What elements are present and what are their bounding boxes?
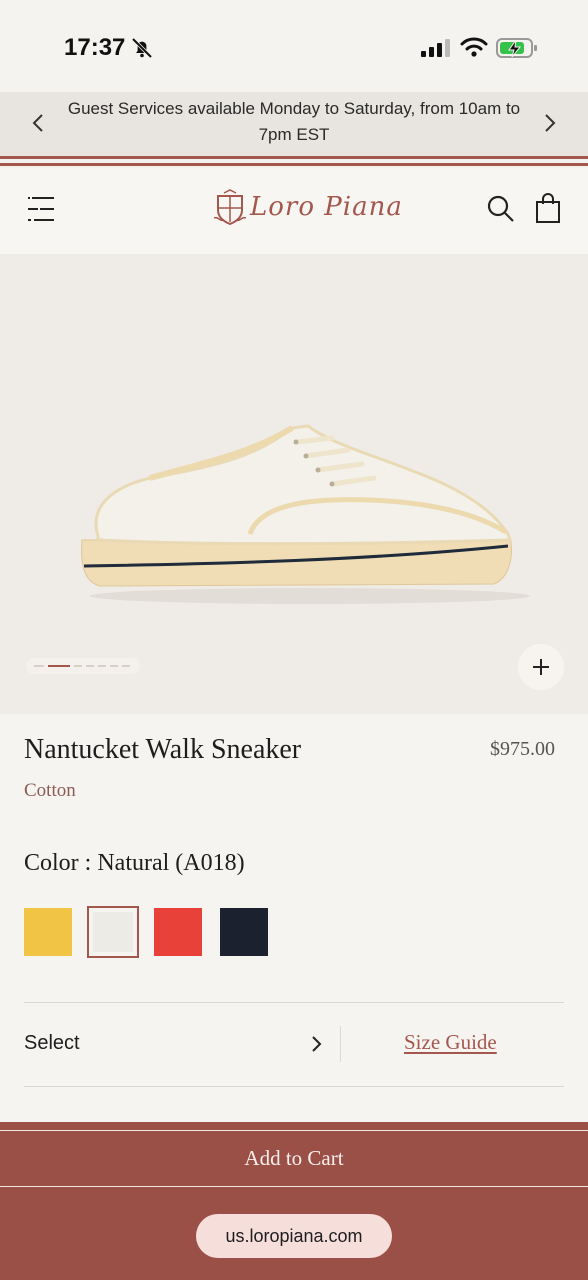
- size-select[interactable]: Select: [24, 1022, 334, 1066]
- color-swatch-red[interactable]: [154, 908, 202, 956]
- size-guide-link[interactable]: Size Guide: [404, 1030, 497, 1055]
- chevron-right-icon: [312, 1036, 322, 1052]
- product-image: [81, 424, 530, 604]
- chevron-left-icon: [32, 114, 43, 132]
- announcement-bar: Guest Services available Monday to Satur…: [0, 92, 588, 156]
- menu-icon[interactable]: [26, 194, 58, 224]
- divider: [0, 1130, 588, 1131]
- chevron-right-icon: [545, 114, 556, 132]
- product-image-gallery[interactable]: [0, 254, 588, 714]
- bell-off-icon: [131, 37, 153, 59]
- browser-url-bar[interactable]: us.loropiana.com: [196, 1214, 392, 1258]
- brand-name: Loro Piana: [250, 192, 403, 222]
- color-label: Color : Natural (A018): [24, 850, 245, 876]
- zoom-button[interactable]: [518, 644, 564, 690]
- wifi-icon: [460, 37, 488, 57]
- carousel-indicator[interactable]: [26, 658, 140, 674]
- shopping-bag-icon[interactable]: [534, 192, 562, 224]
- divider: [0, 1186, 588, 1187]
- color-swatch-navy[interactable]: [220, 908, 268, 956]
- decorative-stripes: [0, 156, 588, 168]
- divider: [24, 1086, 564, 1087]
- status-bar: 17:37: [0, 0, 588, 92]
- signal-icon: [421, 39, 450, 57]
- divider: [340, 1026, 341, 1062]
- divider: [24, 1002, 564, 1003]
- battery-charging-icon: [496, 38, 537, 58]
- add-to-cart-button[interactable]: Add to Cart: [0, 1132, 588, 1184]
- size-select-label: Select: [24, 1032, 80, 1054]
- product-material: Cotton: [24, 780, 76, 801]
- site-header: Loro Piana: [0, 168, 588, 254]
- status-time: 17:37: [64, 34, 126, 61]
- announcement-prev-button[interactable]: [24, 108, 52, 138]
- plus-icon: [533, 659, 549, 675]
- announcement-next-button[interactable]: [536, 108, 564, 138]
- color-swatch-yellow[interactable]: [24, 908, 72, 956]
- announcement-text: Guest Services available Monday to Satur…: [67, 99, 521, 144]
- color-swatch-natural[interactable]: [87, 906, 139, 958]
- product-name: Nantucket Walk Sneaker: [24, 734, 302, 765]
- search-icon[interactable]: [486, 194, 516, 224]
- product-price: $975.00: [490, 738, 555, 760]
- carousel-dot-active: [48, 665, 70, 667]
- crest-icon: [213, 189, 247, 226]
